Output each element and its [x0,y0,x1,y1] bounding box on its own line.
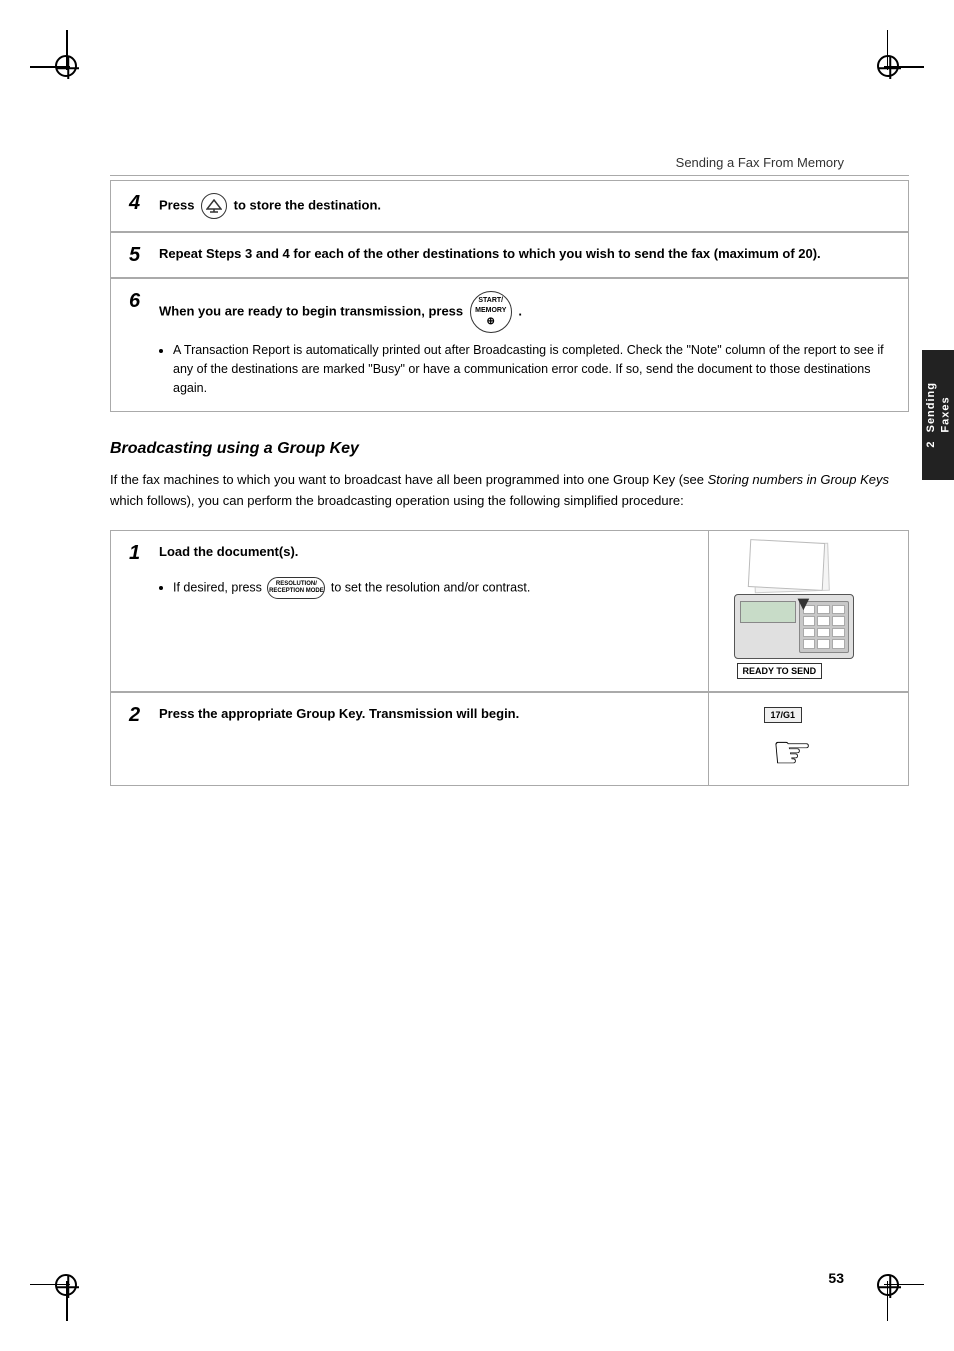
corner-line-tl-h [30,66,70,68]
group-key-label: 17/G1 [764,707,803,723]
step-2-header: 2 Press the appropriate Group Key. Trans… [129,705,690,725]
page-title: Sending a Fax From Memory [676,155,844,170]
fax-key [832,616,845,626]
step-1-bullet: If desired, press RESOLUTION/ RECEPTION … [129,577,690,599]
corner-line-bl-h [30,1284,70,1286]
step1-bullet-prefix: If desired, press [173,580,265,594]
group-key-illustration: 17/G1 ☞ [754,707,864,775]
step-4-number: 4 [129,193,151,213]
page-number: 53 [828,1270,844,1286]
step-6-bullet: A Transaction Report is automatically pr… [129,341,890,397]
step-2-box: 2 Press the appropriate Group Key. Trans… [110,692,909,786]
side-tab: 2 SendingFaxes [922,350,954,480]
fax-arrow: ▼ [794,593,814,616]
store-icon [201,193,227,219]
reg-mark-br [877,1274,899,1296]
res-label-1: RESOLUTION/ [276,581,317,588]
fax-key [803,628,816,638]
step-1-header: 1 Load the document(s). [129,543,690,563]
section-intro: If the fax machines to which you want to… [110,470,909,512]
step-4-box: 4 Press to store the destination. [110,180,909,232]
step-2-left: 2 Press the appropriate Group Key. Trans… [111,693,708,785]
step-2-image: 17/G1 ☞ [708,693,908,785]
step-4-instruction: Press to store the destination. [159,193,890,219]
step-1-number: 1 [129,543,151,563]
step-2-number: 2 [129,705,151,725]
step4-prefix: Press [159,197,198,212]
start-memory-icon: START/ MEMORY ⊕ [470,291,512,333]
step-1-instruction: Load the document(s). [159,543,690,561]
hand-pointing-icon: ☞ [772,729,813,775]
step-1-left: 1 Load the document(s). If desired, pres… [111,531,708,691]
step-2-instruction: Press the appropriate Group Key. Transmi… [159,705,690,723]
corner-line-br-h [884,1284,924,1286]
step-5-header: 5 Repeat Steps 3 and 4 for each of the o… [129,245,890,265]
side-tab-text: 2 SendingFaxes [924,382,953,448]
ready-to-send: READY TO SEND [737,663,823,679]
resolution-icon: RESOLUTION/ RECEPTION MODE [267,577,325,599]
fax-display [740,601,796,623]
step-1-image: ▼ [708,531,908,691]
fax-key [832,639,845,649]
step-5-box: 5 Repeat Steps 3 and 4 for each of the o… [110,232,909,278]
fax-paper-1 [747,539,824,591]
corner-line-tl-v [66,30,68,70]
step1-bullet-suffix: to set the resolution and/or contrast. [331,580,530,594]
step-6-header: 6 When you are ready to begin transmissi… [129,291,890,333]
fax-key [803,639,816,649]
fax-key [832,605,845,615]
start-label-2: MEMORY [475,306,506,315]
main-content: 4 Press to store the destination. [110,180,909,1251]
step-1-box: 1 Load the document(s). If desired, pres… [110,530,909,692]
intro-italic: Storing numbers in Group Keys [708,472,889,487]
step-5-number: 5 [129,245,151,265]
header-divider [110,175,909,176]
res-label-2: RECEPTION MODE [269,588,324,595]
corner-line-bl-v [66,1281,68,1321]
corner-line-tr-v [887,30,889,70]
fax-key [832,628,845,638]
store-svg [206,199,222,213]
corner-line-br-v [887,1281,889,1321]
start-label-1: START/ [478,296,503,305]
step-4-header: 4 Press to store the destination. [129,193,890,219]
step-1-bullet-item: If desired, press RESOLUTION/ RECEPTION … [173,577,690,599]
fax-key [817,616,830,626]
fax-key [817,639,830,649]
step6-suffix: . [518,303,522,318]
intro-part2: which follows), you can perform the broa… [110,493,684,508]
fax-key [817,628,830,638]
intro-part1: If the fax machines to which you want to… [110,472,708,487]
step-6-instruction: When you are ready to begin transmission… [159,291,890,333]
step6-prefix: When you are ready to begin transmission… [159,303,467,318]
fax-key [817,605,830,615]
step4-suffix: to store the destination. [234,197,381,212]
step-6-box: 6 When you are ready to begin transmissi… [110,278,909,412]
corner-line-tr-h [884,66,924,68]
page-header: Sending a Fax From Memory [676,155,844,170]
step-6-bullet-item: A Transaction Report is automatically pr… [173,341,890,397]
step-6-number: 6 [129,291,151,311]
section-heading: Broadcasting using a Group Key [110,440,909,458]
fax-key [803,616,816,626]
fax-illustration: ▼ [729,541,889,681]
start-symbol: ⊕ [487,315,495,328]
step-5-instruction: Repeat Steps 3 and 4 for each of the oth… [159,245,890,263]
